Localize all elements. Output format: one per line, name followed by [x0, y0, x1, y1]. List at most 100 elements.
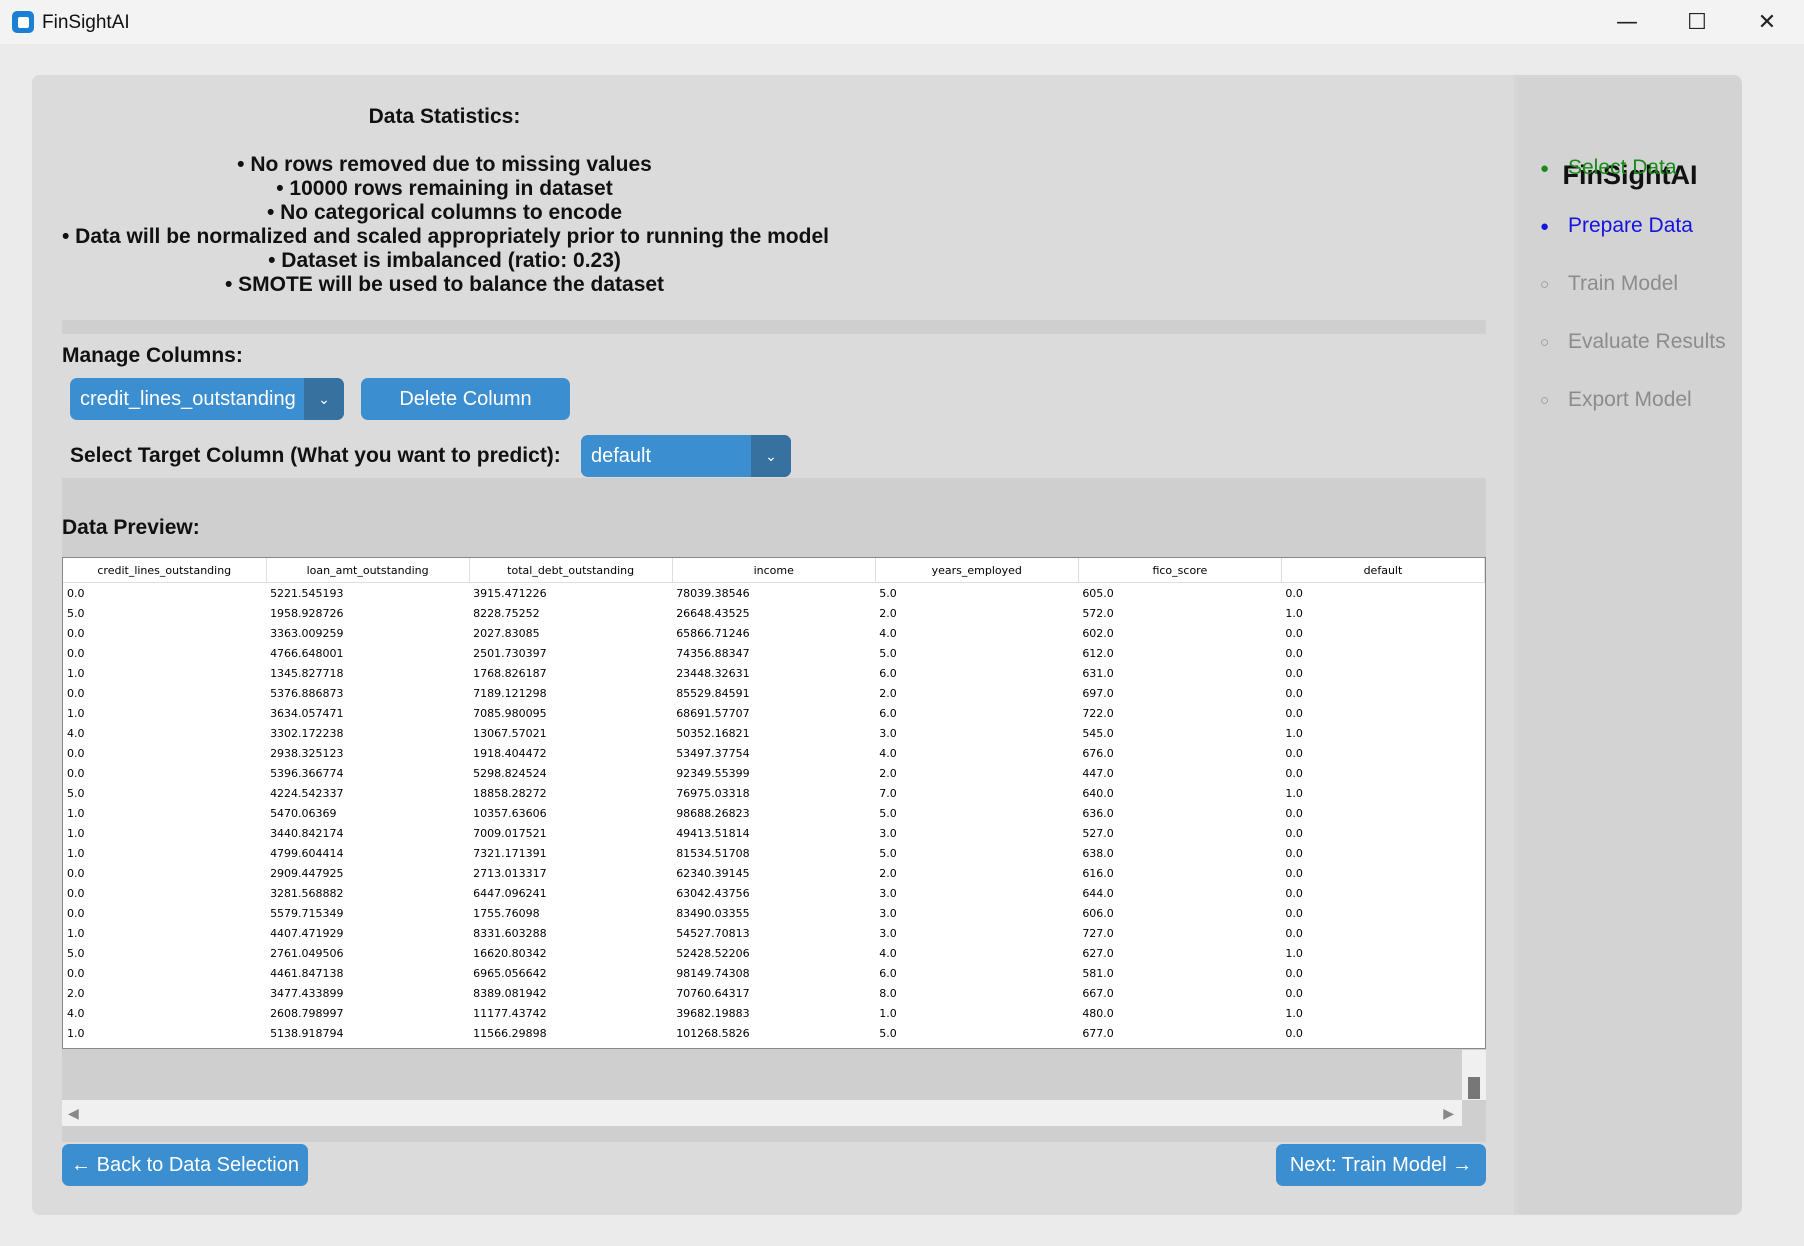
- step-train-model[interactable]: ○ Train Model: [1540, 272, 1678, 296]
- table-row[interactable]: 0.0 4461.847138 6965.056642 98149.74308 6.0 5…: [63, 963, 1485, 983]
- column-select-dropdown[interactable]: credit_lines_outstanding ⌄: [70, 378, 344, 420]
- table-row[interactable]: 1.0 5138.918794 11566.29898 101268.5826 5.0 6…: [63, 1023, 1485, 1043]
- step-evaluate-results[interactable]: ○ Evaluate Results: [1540, 330, 1726, 354]
- table-cell: 2761.049506: [270, 946, 344, 960]
- table-row[interactable]: 0.0 5579.715349 1755.76098 83490.03355 3.0 60…: [63, 903, 1485, 923]
- table-row[interactable]: 5.0 4224.542337 18858.28272 76975.03318 7.0 6…: [63, 783, 1485, 803]
- step-status-icon: ●: [1540, 217, 1550, 235]
- table-row[interactable]: 1.0 3634.057471 7085.980095 68691.57707 6.0 7…: [63, 703, 1485, 723]
- table-cell: 1.0: [1285, 1006, 1303, 1020]
- table-cell: 5.0: [67, 606, 85, 620]
- table-cell: 667.0: [1082, 986, 1114, 1000]
- table-cell: 0.0: [67, 586, 85, 600]
- table-row[interactable]: 1.0 3440.842174 7009.017521 49413.51814 3.0 5…: [63, 823, 1485, 843]
- table-cell: 1.0: [1285, 606, 1303, 620]
- table-cell: 0.0: [67, 646, 85, 660]
- column-header[interactable]: income: [672, 558, 876, 583]
- table-row[interactable]: 1.0 4799.604414 7321.171391 81534.51708 5.0 6…: [63, 843, 1485, 863]
- table-row[interactable]: 0.0 5221.545193 3915.471226 78039.38546 5.0 6…: [63, 583, 1485, 604]
- table-cell: 7.0: [879, 786, 897, 800]
- table-cell: 1.0: [1285, 726, 1303, 740]
- table-cell: 3.0: [879, 926, 897, 940]
- step-label: Prepare Data: [1568, 214, 1693, 237]
- scroll-right-icon[interactable]: ▶: [1443, 1105, 1454, 1122]
- table-cell: 0.0: [67, 866, 85, 880]
- table-cell: 1345.827718: [270, 666, 344, 680]
- close-button[interactable]: ✕: [1732, 0, 1802, 44]
- column-header[interactable]: credit_lines_outstanding: [63, 558, 267, 583]
- column-header[interactable]: fico_score: [1078, 558, 1282, 583]
- table-row[interactable]: 1.0 1345.827718 1768.826187 23448.32631 6.0 6…: [63, 663, 1485, 683]
- table-cell: 527.0: [1082, 826, 1114, 840]
- table-row[interactable]: 2.0 3477.433899 8389.081942 70760.64317 8.0 6…: [63, 983, 1485, 1003]
- vertical-scrollbar[interactable]: [1462, 1050, 1486, 1100]
- table-row[interactable]: 5.0 2761.049506 16620.80342 52428.52206 4.0 6…: [63, 943, 1485, 963]
- maximize-button[interactable]: ☐: [1662, 0, 1732, 44]
- table-cell: 697.0: [1082, 686, 1114, 700]
- table-cell: 5221.545193: [270, 586, 344, 600]
- table-cell: 4.0: [879, 746, 897, 760]
- table-cell: 0.0: [1285, 666, 1303, 680]
- table-cell: 0.0: [1285, 1026, 1303, 1040]
- target-select-dropdown[interactable]: default ⌄: [581, 435, 791, 477]
- table-cell: 1.0: [67, 826, 85, 840]
- data-preview-table[interactable]: credit_lines_outstanding loan_amt_outsta…: [62, 557, 1486, 1049]
- scroll-left-icon[interactable]: ◀: [68, 1105, 79, 1122]
- table-cell: 4.0: [879, 946, 897, 960]
- table-cell: 5.0: [879, 646, 897, 660]
- statistics-title: Data Statistics:: [368, 105, 521, 128]
- scroll-thumb[interactable]: [1468, 1077, 1480, 1099]
- table-row[interactable]: 4.0 3302.172238 13067.57021 50352.16821 3.0 5…: [63, 723, 1485, 743]
- column-header[interactable]: default: [1281, 558, 1485, 583]
- table-cell: 2713.013317: [473, 866, 547, 880]
- table-cell: 0.0: [1285, 806, 1303, 820]
- table-row[interactable]: 0.0 3363.009259 2027.83085 65866.71246 4.0 60…: [63, 623, 1485, 643]
- table-row[interactable]: 0.0 3281.568882 6447.096241 63042.43756 3.0 6…: [63, 883, 1485, 903]
- table-row[interactable]: 1.0 5470.06369 10357.63606 98688.26823 5.0 63…: [63, 803, 1485, 823]
- title-bar: FinSightAI — ☐ ✕: [0, 0, 1804, 44]
- table-cell: 4.0: [67, 1006, 85, 1020]
- table-cell: 3477.433899: [270, 986, 344, 1000]
- table-row[interactable]: 0.0 4766.648001 2501.730397 74356.88347 5.0 6…: [63, 643, 1485, 663]
- table-cell: 5.0: [879, 1026, 897, 1040]
- table-cell: 6.0: [879, 966, 897, 980]
- table-cell: 581.0: [1082, 966, 1114, 980]
- delete-column-button[interactable]: Delete Column: [361, 378, 570, 420]
- table-row[interactable]: 0.0 5376.886873 7189.121298 85529.84591 2.0 6…: [63, 683, 1485, 703]
- table-cell: 39682.19883: [676, 1006, 750, 1020]
- table-cell: 68691.57707: [676, 706, 750, 720]
- table-cell: 627.0: [1082, 946, 1114, 960]
- table-cell: 2027.83085: [473, 626, 540, 640]
- table-row[interactable]: 0.0 5396.366774 5298.824524 92349.55399 2.0 4…: [63, 763, 1485, 783]
- next-button[interactable]: Next: Train Model →: [1276, 1144, 1486, 1186]
- column-header[interactable]: years_employed: [875, 558, 1079, 583]
- chevron-down-icon[interactable]: ⌄: [304, 378, 344, 420]
- table-cell: 1.0: [1285, 946, 1303, 960]
- step-export-model[interactable]: ○ Export Model: [1540, 388, 1692, 412]
- table-cell: 1.0: [67, 706, 85, 720]
- column-header[interactable]: total_debt_outstanding: [469, 558, 673, 583]
- table-row[interactable]: 1.0 4407.471929 8331.603288 54527.70813 3.0 7…: [63, 923, 1485, 943]
- minimize-button[interactable]: —: [1592, 0, 1662, 44]
- step-prepare-data[interactable]: ● Prepare Data: [1540, 214, 1693, 238]
- back-button[interactable]: ← Back to Data Selection: [62, 1144, 308, 1186]
- table-cell: 85529.84591: [676, 686, 750, 700]
- table-cell: 1.0: [67, 666, 85, 680]
- table-cell: 3.0: [879, 726, 897, 740]
- table-cell: 572.0: [1082, 606, 1114, 620]
- chevron-down-icon[interactable]: ⌄: [751, 435, 791, 477]
- table-row[interactable]: 0.0 2909.447925 2713.013317 62340.39145 2.0 6…: [63, 863, 1485, 883]
- step-status-icon: ●: [1540, 159, 1550, 177]
- table-cell: 1918.404472: [473, 746, 547, 760]
- window-title: FinSightAI: [42, 12, 130, 33]
- table-cell: 638.0: [1082, 846, 1114, 860]
- table-row[interactable]: 0.0 2938.325123 1918.404472 53497.37754 4.0 6…: [63, 743, 1485, 763]
- step-select-data[interactable]: ● Select Data: [1540, 156, 1677, 180]
- table-cell: 0.0: [67, 686, 85, 700]
- column-select-value: credit_lines_outstanding: [80, 387, 296, 410]
- horizontal-scrollbar[interactable]: ◀ ▶: [62, 1100, 1462, 1126]
- table-row[interactable]: 4.0 2608.798997 11177.43742 39682.19883 1.0 4…: [63, 1003, 1485, 1023]
- table-cell: 3634.057471: [270, 706, 344, 720]
- column-header[interactable]: loan_amt_outstanding: [266, 558, 470, 583]
- table-row[interactable]: 5.0 1958.928726 8228.75252 26648.43525 2.0 57…: [63, 603, 1485, 623]
